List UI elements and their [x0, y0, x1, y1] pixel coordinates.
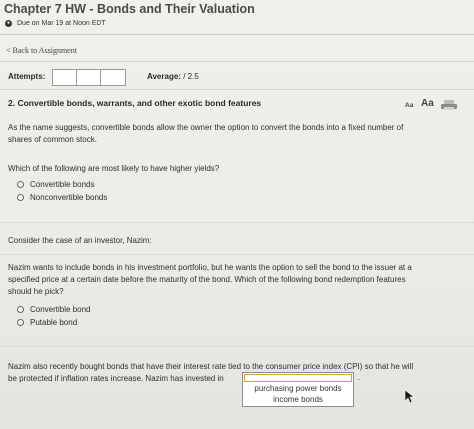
- divider: [0, 89, 474, 90]
- font-increase-button[interactable]: Aa: [421, 98, 434, 109]
- mouse-cursor-icon: [405, 390, 415, 404]
- case-intro: Consider the case of an investor, Nazim:: [8, 236, 152, 245]
- clock-icon: ●: [5, 20, 12, 27]
- dropdown-selected-slot[interactable]: [244, 374, 352, 382]
- divider: [0, 254, 474, 255]
- option-label: Nonconvertible bonds: [30, 193, 108, 202]
- attempt-box: [52, 69, 78, 86]
- investment-type-dropdown[interactable]: purchasing power bonds income bonds: [242, 372, 354, 407]
- radio-button[interactable]: [17, 306, 24, 313]
- option-nonconvertible-bonds[interactable]: Nonconvertible bonds: [17, 193, 107, 202]
- option-convertible-bonds[interactable]: Convertible bonds: [17, 180, 94, 189]
- final-line: be protected if inflation rates increase…: [8, 374, 224, 383]
- case-line: should he pick?: [8, 287, 64, 296]
- dropdown-option-purchasing-power-bonds[interactable]: purchasing power bonds: [243, 384, 353, 393]
- radio-button[interactable]: [17, 319, 24, 326]
- assignment-page: Chapter 7 HW - Bonds and Their Valuation…: [0, 0, 474, 429]
- divider: [0, 222, 474, 223]
- chapter-title: Chapter 7 HW - Bonds and Their Valuation: [4, 2, 255, 16]
- question-heading: 2. Convertible bonds, warrants, and othe…: [8, 98, 262, 108]
- dropdown-option-income-bonds[interactable]: income bonds: [243, 395, 353, 404]
- question-1-prompt: Which of the following are most likely t…: [8, 164, 220, 173]
- intro-line: shares of common stock.: [8, 135, 97, 144]
- due-text: Due on Mar 19 at Noon EDT: [17, 20, 106, 27]
- option-label: Putable bond: [30, 318, 78, 327]
- divider: [0, 61, 474, 62]
- divider: [0, 346, 474, 347]
- sentence-period: .: [358, 373, 361, 382]
- intro-line: As the name suggests, convertible bonds …: [8, 123, 404, 132]
- back-to-assignment-link[interactable]: < Back to Assignment: [6, 46, 77, 55]
- radio-button[interactable]: [17, 181, 24, 188]
- case-line: specified price at a certain date before…: [8, 275, 406, 284]
- radio-button[interactable]: [17, 194, 24, 201]
- due-date: ● Due on Mar 19 at Noon EDT: [5, 20, 106, 27]
- average-value: / 2.5: [183, 72, 199, 81]
- divider: [0, 34, 474, 35]
- option-label: Convertible bond: [30, 305, 91, 314]
- case-line: Nazim wants to include bonds in his inve…: [8, 263, 412, 272]
- attempt-box: [76, 69, 102, 86]
- attempts-label: Attempts:: [8, 72, 46, 81]
- average-label: Average:: [147, 72, 181, 81]
- attempt-box: [100, 69, 126, 86]
- font-decrease-button[interactable]: Aa: [405, 102, 413, 109]
- option-putable-bond[interactable]: Putable bond: [17, 318, 77, 327]
- print-icon[interactable]: [441, 100, 457, 110]
- average-score: Average: / 2.5: [147, 72, 199, 81]
- option-convertible-bond[interactable]: Convertible bond: [17, 305, 90, 314]
- option-label: Convertible bonds: [30, 180, 95, 189]
